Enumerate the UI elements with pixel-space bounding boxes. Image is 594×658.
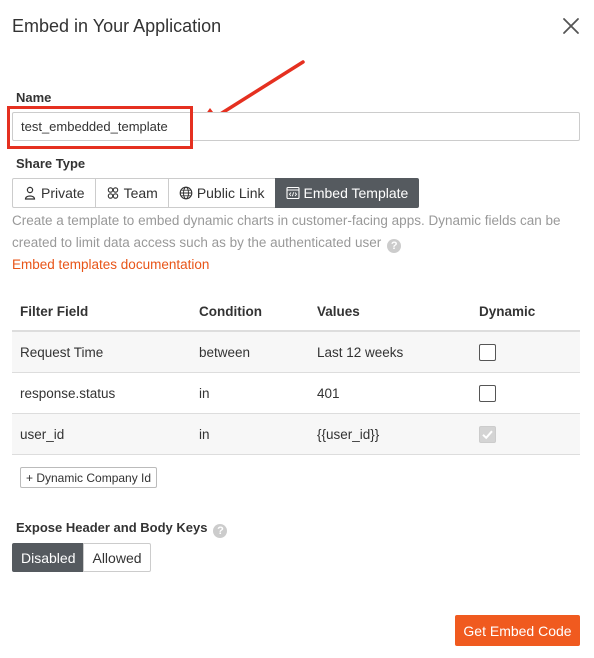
values-cell: {{user_id}} (317, 426, 380, 442)
description-text: Create a template to embed dynamic chart… (12, 213, 561, 250)
filter-field-cell: Request Time (20, 344, 104, 360)
share-public-link-button[interactable]: Public Link (167, 178, 276, 208)
filter-table: Filter Field Condition Values Dynamic Re… (12, 292, 580, 455)
col-header-filter-field: Filter Field (20, 303, 89, 319)
name-label: Name (16, 90, 52, 105)
condition-cell: between (199, 344, 251, 360)
table-row: Request Time between Last 12 weeks (12, 332, 580, 373)
col-header-dynamic: Dynamic (479, 303, 536, 319)
close-button[interactable] (560, 15, 582, 37)
code-icon (285, 186, 300, 200)
filter-field-cell: user_id (20, 426, 65, 442)
dynamic-cell (471, 343, 580, 361)
allowed-option-button[interactable]: Allowed (83, 543, 151, 572)
share-description: Create a template to embed dynamic chart… (12, 210, 584, 254)
table-row: response.status in 401 (12, 373, 580, 414)
dialog-title: Embed in Your Application (12, 16, 222, 36)
values-cell: 401 (317, 385, 340, 401)
share-team-label: Team (123, 185, 158, 201)
values-cell: Last 12 weeks (317, 344, 404, 360)
col-header-values: Values (317, 303, 360, 319)
dynamic-checkbox[interactable] (479, 343, 496, 361)
dynamic-checkbox[interactable] (479, 384, 496, 402)
expose-keys-text: Expose Header and Body Keys (16, 520, 208, 535)
name-field-wrapper (12, 112, 580, 141)
share-team-button[interactable]: Team (94, 178, 169, 208)
share-private-button[interactable]: Private (12, 178, 96, 208)
condition-cell: in (199, 426, 210, 442)
checkmark-icon (482, 430, 493, 439)
team-icon (107, 187, 118, 199)
dynamic-cell (471, 425, 580, 443)
share-embed-template-label: Embed Template (303, 185, 409, 201)
name-input[interactable] (12, 112, 580, 141)
dynamic-cell (471, 384, 580, 402)
dynamic-checkbox-checked (479, 425, 496, 443)
embed-docs-link[interactable]: Embed templates documentation (12, 257, 209, 272)
help-icon[interactable]: ? (387, 239, 402, 253)
table-row: user_id in {{user_id}} (12, 414, 580, 455)
help-icon[interactable]: ? (213, 524, 228, 538)
share-type-group: Private Team Public Link Embed Template (12, 178, 420, 208)
get-embed-code-button[interactable]: Get Embed Code (455, 615, 580, 646)
globe-icon (179, 186, 193, 200)
filter-field-cell: response.status (20, 385, 116, 401)
expose-keys-label: Expose Header and Body Keys? (16, 520, 228, 538)
close-icon[interactable] (560, 15, 582, 37)
person-icon (24, 186, 36, 200)
expose-keys-toggle: Disabled Allowed (12, 543, 151, 572)
share-embed-template-button[interactable]: Embed Template (274, 178, 420, 208)
share-public-link-label: Public Link (196, 185, 265, 201)
share-type-label: Share Type (16, 156, 86, 171)
col-header-condition: Condition (199, 303, 262, 319)
condition-cell: in (199, 385, 210, 401)
disabled-option-button[interactable]: Disabled (12, 543, 85, 572)
share-private-label: Private (41, 185, 85, 201)
table-header: Filter Field Condition Values Dynamic (12, 292, 580, 332)
add-dynamic-company-id-button[interactable]: + Dynamic Company Id (20, 467, 158, 488)
